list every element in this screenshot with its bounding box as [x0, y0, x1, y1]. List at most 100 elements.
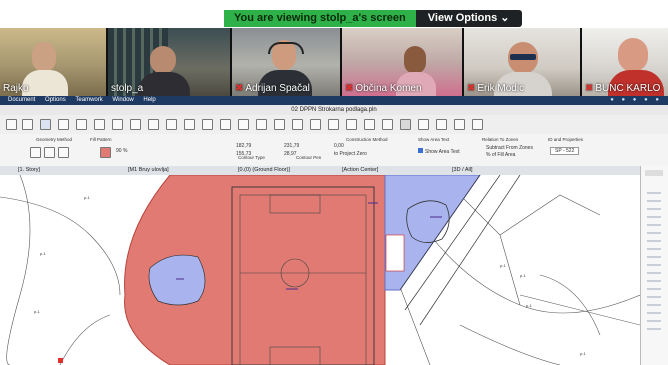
participant-name: Adrijan Spačal — [245, 83, 310, 94]
undo-icon[interactable] — [472, 119, 483, 130]
polygon-icon[interactable] — [30, 147, 41, 158]
tab-story[interactable]: [1. Story] — [18, 166, 40, 175]
muted-mic-icon: ✖ — [467, 83, 476, 94]
svg-text:p-1: p-1 — [500, 263, 507, 268]
person-head — [618, 38, 648, 72]
contour-pen-label: Contour Pen — [296, 155, 322, 160]
participant-name: stolp_a — [111, 83, 144, 94]
menu-document[interactable]: Document — [8, 97, 35, 103]
navigator-header[interactable] — [645, 170, 663, 176]
rotate-icon[interactable] — [130, 119, 141, 130]
id-field[interactable]: SP - 522 — [550, 147, 580, 155]
navigator-tree[interactable] — [647, 186, 661, 336]
person-head — [150, 46, 176, 74]
tab-ground-floor[interactable]: [0.(0) (Ground Floor)] — [238, 166, 290, 175]
fill-icon[interactable] — [220, 119, 231, 130]
svg-text:p-1: p-1 — [526, 303, 533, 308]
participant-tile-6[interactable]: ✖ BUNC KARLO — [582, 28, 668, 96]
participant-tile-2[interactable]: stolp_a — [108, 28, 230, 96]
tab-action-center[interactable]: [Action Center] — [342, 166, 378, 175]
participant-tile-5[interactable]: ✖ Erik Modic — [464, 28, 580, 96]
person-head — [404, 46, 426, 74]
subtract-zones-option[interactable]: Subtract From Zones — [486, 145, 533, 151]
tab-3d[interactable]: [3D / All] — [452, 166, 472, 175]
project-zero-value[interactable]: 0,00 — [334, 143, 344, 149]
menu-window[interactable]: Window — [112, 97, 133, 103]
rotated-rectangle-icon[interactable] — [58, 147, 69, 158]
plan-drawing: p-1 p-1 p-1 p-1 p-1 p-1 p-1 — [0, 175, 640, 365]
navigator-panel — [640, 166, 668, 365]
participant-tile-1[interactable]: Rajko — [0, 28, 106, 96]
participant-name: Rajko — [3, 83, 29, 94]
split-icon[interactable] — [184, 119, 195, 130]
select-icon[interactable] — [40, 119, 51, 130]
copy-icon[interactable] — [436, 119, 447, 130]
drawing-canvas[interactable]: p-1 p-1 p-1 p-1 p-1 p-1 p-1 — [0, 175, 640, 365]
layers-icon[interactable] — [238, 119, 249, 130]
checkbox-icon[interactable] — [418, 148, 423, 153]
text-icon[interactable] — [310, 119, 321, 130]
magic-wand-icon[interactable] — [202, 119, 213, 130]
person-head — [32, 42, 56, 72]
glasses-icon — [510, 54, 536, 60]
show-area-text-header: Show Area Text — [418, 137, 450, 142]
menu-options[interactable]: Options — [45, 97, 66, 103]
paste-icon[interactable] — [454, 119, 465, 130]
tray-icons: ● ● ● ● ● — [610, 97, 662, 103]
view-options-button[interactable]: View Options ⌄ — [415, 10, 522, 27]
arrow-icon[interactable] — [22, 119, 33, 130]
guide-icon[interactable] — [274, 119, 285, 130]
svg-text:p-1: p-1 — [84, 195, 91, 200]
relation-to-zones-label: Relation To Zones — [482, 137, 519, 142]
geometry-method-label: Geometry Method — [36, 137, 73, 142]
headset-icon — [268, 42, 304, 54]
tab-layout[interactable]: [M1 Bruy ulovlja] — [128, 166, 169, 175]
fill-swatch[interactable] — [100, 147, 111, 158]
participant-name: BUNC KARLO — [595, 83, 661, 94]
participant-name: Erik Modic — [477, 83, 525, 94]
dimension-icon[interactable] — [328, 119, 339, 130]
coord-a[interactable]: 182,79 — [236, 143, 251, 149]
snap-icon[interactable] — [256, 119, 267, 130]
muted-mic-icon: ✖ — [345, 83, 354, 94]
participant-name-row: ✖ BUNC KARLO — [585, 83, 660, 94]
screen-share-banner: You are viewing stolp_a's screen View Op… — [224, 10, 522, 27]
coord-d[interactable]: 28,97 — [284, 151, 297, 157]
rectangle-icon[interactable] — [44, 147, 55, 158]
project-zero-label: to Project Zero — [334, 151, 367, 157]
zone-icon[interactable] — [382, 119, 393, 130]
mirror-icon[interactable] — [112, 119, 123, 130]
svg-text:p-1: p-1 — [520, 273, 527, 278]
fill-area-option[interactable]: % of Fill Area — [486, 152, 515, 158]
eraser-icon[interactable] — [418, 119, 429, 130]
info-box: Geometry Method Fill Pattern 90 % 182,79… — [0, 134, 668, 167]
offset-icon[interactable] — [148, 119, 159, 130]
main-toolbar — [0, 115, 668, 135]
pen-icon[interactable] — [76, 119, 87, 130]
building-block — [385, 234, 405, 272]
contour-type-label: Contour Type — [238, 155, 265, 160]
measure-icon[interactable] — [292, 119, 303, 130]
coord-c[interactable]: 231,79 — [284, 143, 299, 149]
participant-strip: Rajko stolp_a ✖ Adrijan Spačal ✖ Občina Ko… — [0, 28, 668, 96]
fill-pattern-label: Fill Pattern — [90, 137, 112, 142]
marquee-icon[interactable] — [58, 119, 69, 130]
view-tabs: [1. Story] [M1 Bruy ulovlja] [0.(0) (Gro… — [0, 166, 640, 175]
blue-zone-left — [148, 254, 206, 306]
participant-tile-3[interactable]: ✖ Adrijan Spačal — [232, 28, 340, 96]
menu-teamwork[interactable]: Teamwork — [75, 97, 102, 103]
participant-tile-4[interactable]: ✖ Občina Komen — [342, 28, 462, 96]
level-icon[interactable] — [346, 119, 357, 130]
menu-help[interactable]: Help — [143, 97, 155, 103]
muted-mic-icon: ✖ — [585, 83, 594, 94]
trim-icon[interactable] — [94, 119, 105, 130]
stretch-icon[interactable] — [166, 119, 177, 130]
participant-name: Občina Komen — [355, 83, 422, 94]
show-area-text-checkbox[interactable]: Show Area Text — [418, 148, 460, 155]
fill-percent[interactable]: 90 % — [116, 148, 127, 154]
grid-icon[interactable] — [6, 119, 17, 130]
hatch-icon[interactable] — [364, 119, 375, 130]
red-marker — [58, 358, 63, 363]
pencil-icon[interactable] — [400, 119, 411, 130]
menu-bar: Document Options Teamwork Window Help ● … — [0, 96, 668, 105]
